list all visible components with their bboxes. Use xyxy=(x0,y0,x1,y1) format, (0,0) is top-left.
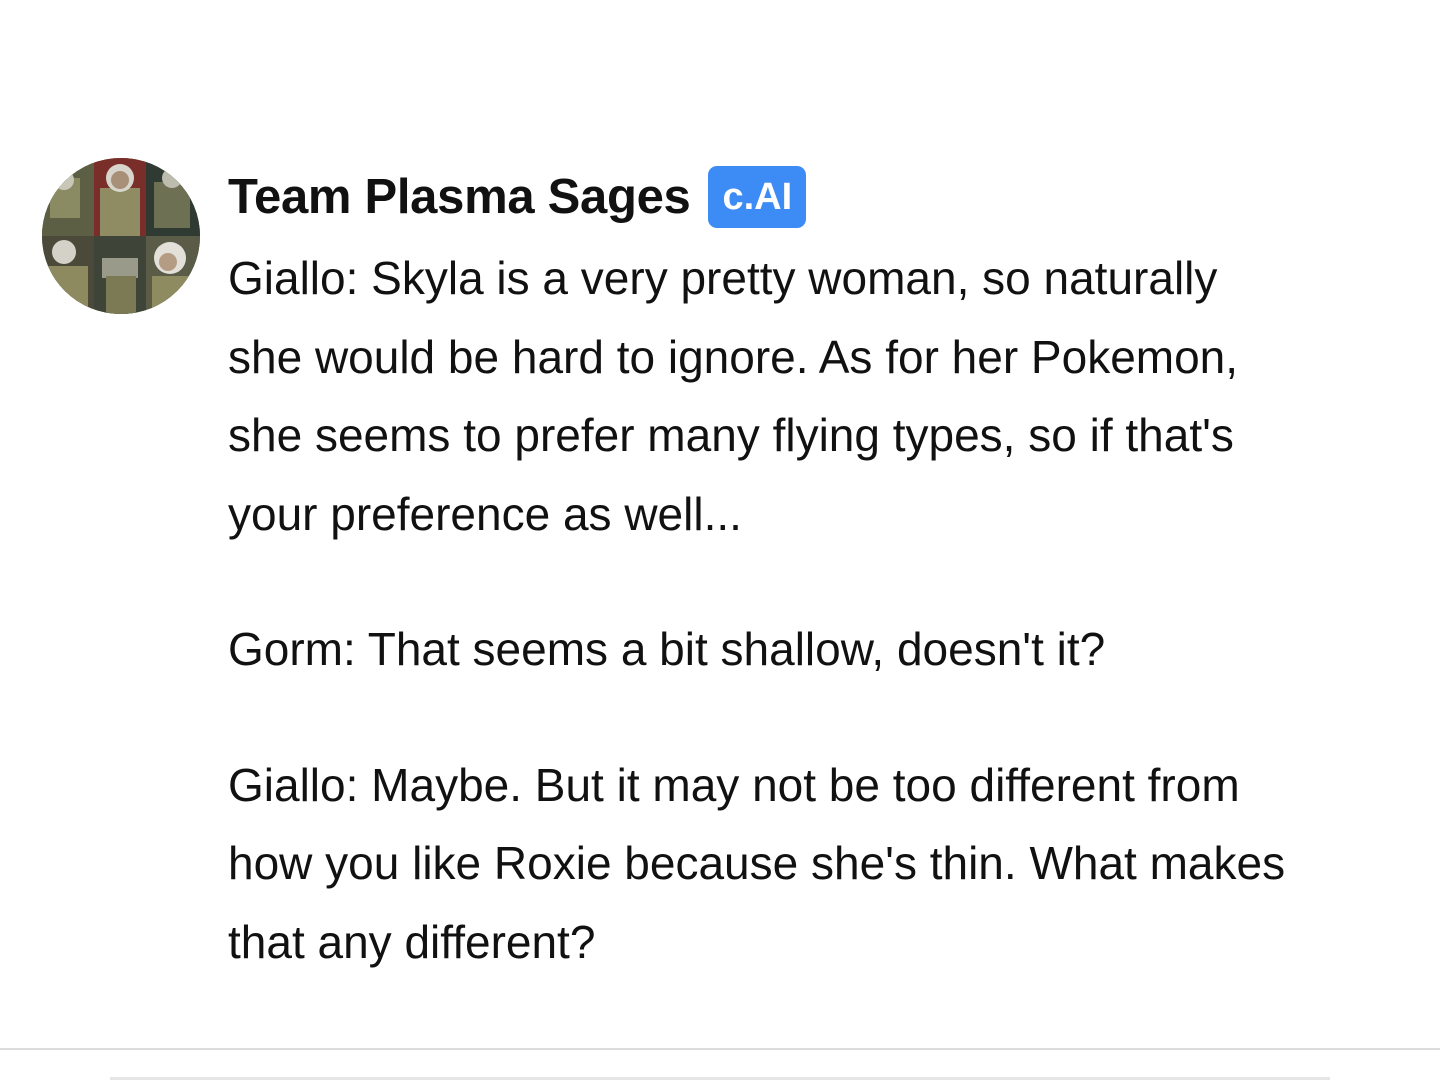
divider xyxy=(0,1048,1440,1050)
message-paragraph: Giallo: Maybe. But it may not be too dif… xyxy=(228,758,1286,968)
message-body: Giallo: Skyla is a very pretty woman, so… xyxy=(228,239,1288,981)
avatar[interactable] xyxy=(42,158,200,314)
author-name[interactable]: Team Plasma Sages xyxy=(228,169,691,225)
chat-message: Team Plasma Sages c.AI Giallo: Skyla is … xyxy=(0,0,1440,1048)
ai-badge: c.AI xyxy=(708,166,807,228)
message-header: Team Plasma Sages c.AI xyxy=(228,166,807,228)
avatar-collage-image xyxy=(42,158,200,314)
message-paragraph: Giallo: Skyla is a very pretty woman, so… xyxy=(228,252,1239,540)
message-paragraph: Gorm: That seems a bit shallow, doesn't … xyxy=(228,623,1106,675)
